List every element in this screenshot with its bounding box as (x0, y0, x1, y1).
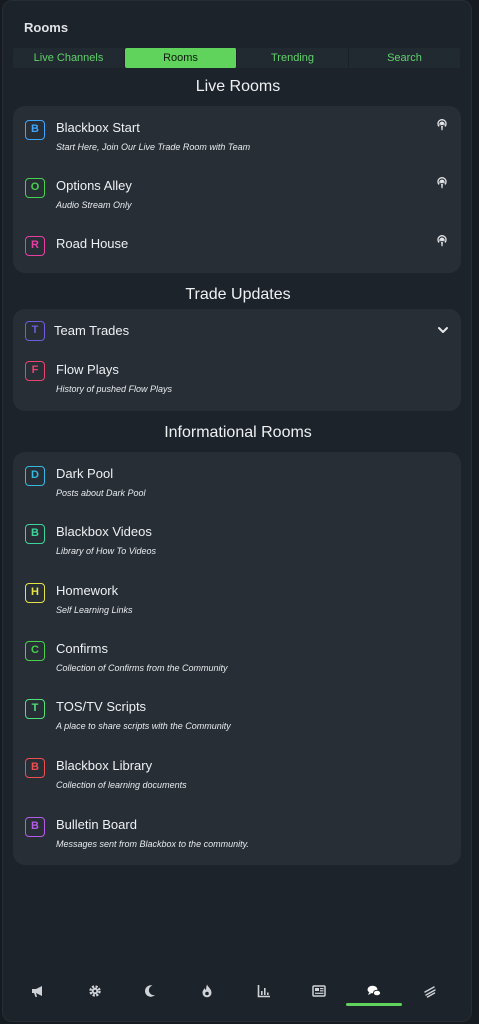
tab-trending[interactable]: Trending (237, 48, 349, 68)
room-item-flow-plays[interactable]: F Flow Plays History of pushed Flow Play… (13, 360, 461, 400)
room-badge: B (25, 120, 45, 140)
room-badge: B (25, 758, 45, 778)
room-badge: O (25, 178, 45, 198)
room-subtitle: Start Here, Join Our Live Trade Room wit… (56, 142, 251, 152)
room-title: TOS/TV Scripts (56, 699, 147, 714)
chart-icon[interactable] (256, 983, 272, 999)
swipe-icon[interactable] (422, 983, 438, 999)
chevron-down-icon[interactable] (437, 324, 449, 336)
room-subtitle: Library of How To Videos (56, 546, 157, 556)
room-subtitle: Collection of Confirms from the Communit… (56, 663, 228, 673)
room-title: Road House (56, 236, 129, 251)
room-title: Blackbox Start (56, 120, 140, 135)
room-subtitle: A place to share scripts with the Commun… (56, 721, 231, 731)
room-badge: R (25, 236, 45, 256)
room-title: Homework (56, 583, 119, 598)
room-title: Blackbox Videos (56, 524, 152, 539)
app-panel: Rooms Live Channels Rooms Trending Searc… (2, 0, 472, 1022)
room-subtitle: Self Learning Links (56, 605, 133, 615)
trade-updates-card: T Team Trades F Flow Plays History of pu… (13, 309, 461, 411)
section-title-trade-updates: Trade Updates (185, 286, 291, 303)
room-title: Blackbox Library (56, 758, 153, 773)
room-badge: C (25, 641, 45, 661)
podcast-icon[interactable] (435, 176, 449, 190)
room-item-tos-tv-scripts[interactable]: T TOS/TV Scripts A place to share script… (13, 698, 461, 738)
megaphone-icon[interactable] (30, 983, 46, 999)
podcast-icon[interactable] (435, 118, 449, 132)
room-subtitle: Messages sent from Blackbox to the commu… (56, 839, 249, 849)
room-subtitle: History of pushed Flow Plays (56, 384, 173, 394)
room-subtitle: Posts about Dark Pool (56, 488, 146, 498)
room-badge: D (25, 466, 45, 486)
room-badge: T (25, 699, 45, 719)
room-badge: B (25, 817, 45, 837)
tab-bar: Live Channels Rooms Trending Search (13, 48, 460, 68)
gear-icon[interactable] (87, 983, 103, 999)
room-item-options-alley[interactable]: O Options Alley Audio Stream Only (13, 176, 461, 216)
tab-search[interactable]: Search (349, 48, 460, 68)
room-badge: H (25, 583, 45, 603)
tab-rooms[interactable]: Rooms (125, 48, 237, 68)
room-item-team-trades[interactable]: T Team Trades (13, 320, 461, 346)
bottom-nav (2, 975, 472, 1015)
room-title: Options Alley (56, 178, 132, 193)
room-badge: B (25, 524, 45, 544)
newspaper-icon[interactable] (311, 983, 327, 999)
room-subtitle: Collection of learning documents (56, 780, 187, 790)
room-item-homework[interactable]: H Homework Self Learning Links (13, 582, 461, 622)
section-title-informational-rooms: Informational Rooms (164, 424, 312, 441)
live-rooms-card: B Blackbox Start Start Here, Join Our Li… (13, 106, 461, 273)
room-item-road-house[interactable]: R Road House (13, 234, 461, 262)
moon-icon[interactable] (142, 983, 158, 999)
room-subtitle: Audio Stream Only (56, 200, 132, 210)
page-title: Rooms (24, 20, 69, 35)
room-item-bulletin-board[interactable]: B Bulletin Board Messages sent from Blac… (13, 816, 461, 856)
informational-rooms-card: D Dark Pool Posts about Dark Pool B Blac… (13, 452, 461, 865)
fire-icon[interactable] (199, 983, 215, 999)
room-title: Confirms (56, 641, 109, 656)
room-title: Team Trades (54, 323, 130, 338)
section-title-live-rooms: Live Rooms (195, 78, 281, 95)
chat-icon[interactable] (366, 983, 382, 999)
active-tab-indicator (346, 1003, 402, 1006)
podcast-icon[interactable] (435, 234, 449, 248)
room-item-confirms[interactable]: C Confirms Collection of Confirms from t… (13, 640, 461, 680)
room-item-blackbox-library[interactable]: B Blackbox Library Collection of learnin… (13, 757, 461, 797)
room-item-dark-pool[interactable]: D Dark Pool Posts about Dark Pool (13, 465, 461, 505)
room-badge: F (25, 361, 45, 381)
room-badge: T (25, 321, 45, 341)
room-title: Flow Plays (56, 362, 119, 377)
room-item-blackbox-start[interactable]: B Blackbox Start Start Here, Join Our Li… (13, 118, 461, 158)
room-title: Bulletin Board (56, 817, 137, 832)
room-item-blackbox-videos[interactable]: B Blackbox Videos Library of How To Vide… (13, 523, 461, 563)
room-title: Dark Pool (56, 466, 114, 481)
tab-live-channels[interactable]: Live Channels (13, 48, 125, 68)
